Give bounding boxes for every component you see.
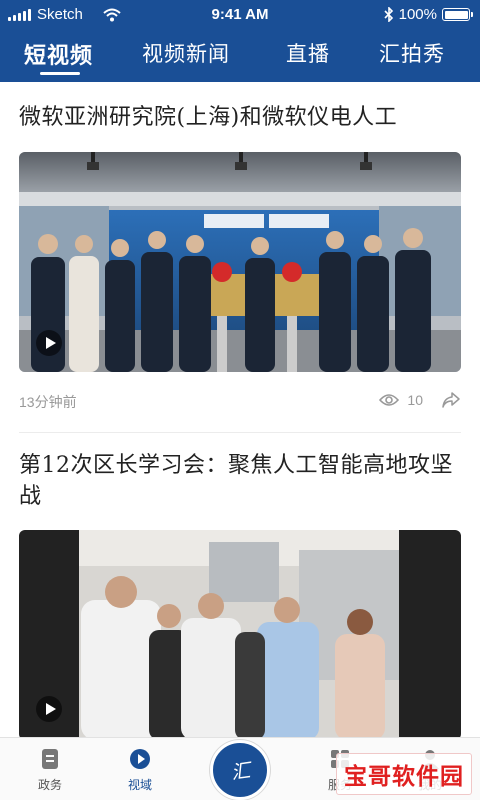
- site-watermark: 宝哥软件园: [336, 753, 472, 795]
- tab-live[interactable]: 直播: [286, 38, 330, 68]
- thumbnail-image: [19, 530, 461, 737]
- thumbnail-image: [19, 152, 461, 372]
- play-icon[interactable]: [36, 696, 62, 722]
- tab-photo-show[interactable]: 汇拍秀: [379, 38, 445, 68]
- app-header: Sketch 9:41 AM 100% 短视频 视频新闻 直播 汇拍秀: [0, 0, 480, 82]
- tab-video-news[interactable]: 视频新闻: [142, 38, 230, 68]
- center-logo-button[interactable]: 汇: [210, 740, 270, 800]
- eye-icon: [379, 394, 400, 406]
- video-title[interactable]: 第12次区长学习会：聚焦人工智能高地攻坚战: [19, 450, 459, 512]
- bluetooth-icon: [384, 7, 393, 22]
- status-bar: Sketch 9:41 AM 100%: [0, 0, 480, 28]
- view-count: 10: [379, 392, 423, 408]
- status-right: 100%: [384, 6, 473, 23]
- video-title[interactable]: 微软亚洲研究院(上海)和微软仪电人工: [19, 102, 459, 133]
- active-tab-indicator: [40, 72, 80, 75]
- video-thumbnail[interactable]: [19, 530, 461, 737]
- logo-text: 汇: [230, 759, 251, 784]
- view-count-value: 10: [407, 392, 423, 408]
- nav-label: 政务: [37, 778, 62, 792]
- video-thumbnail[interactable]: [19, 152, 461, 372]
- battery-icon: [442, 8, 473, 21]
- play-icon[interactable]: [36, 330, 62, 356]
- video-meta: 13分钟前 10: [19, 392, 461, 414]
- tab-short-video[interactable]: 短视频: [24, 38, 93, 70]
- battery-percent: 100%: [398, 6, 437, 23]
- nav-label: 视域: [127, 778, 152, 792]
- play-circle-icon: [130, 749, 150, 769]
- tab-bar: 短视频 视频新闻 直播 汇拍秀: [0, 30, 480, 82]
- publish-time: 13分钟前: [19, 394, 77, 410]
- divider: [19, 432, 461, 433]
- document-icon: [42, 749, 58, 769]
- nav-government[interactable]: 政务: [20, 748, 80, 793]
- nav-video[interactable]: 视域: [110, 748, 170, 793]
- watermark-text: 宝哥软件园: [344, 764, 464, 790]
- video-feed[interactable]: 微软亚洲研究院(上海)和微软仪电人工 13分钟前 10 第12次区长学习会：聚焦…: [0, 82, 480, 737]
- share-icon[interactable]: [441, 390, 461, 410]
